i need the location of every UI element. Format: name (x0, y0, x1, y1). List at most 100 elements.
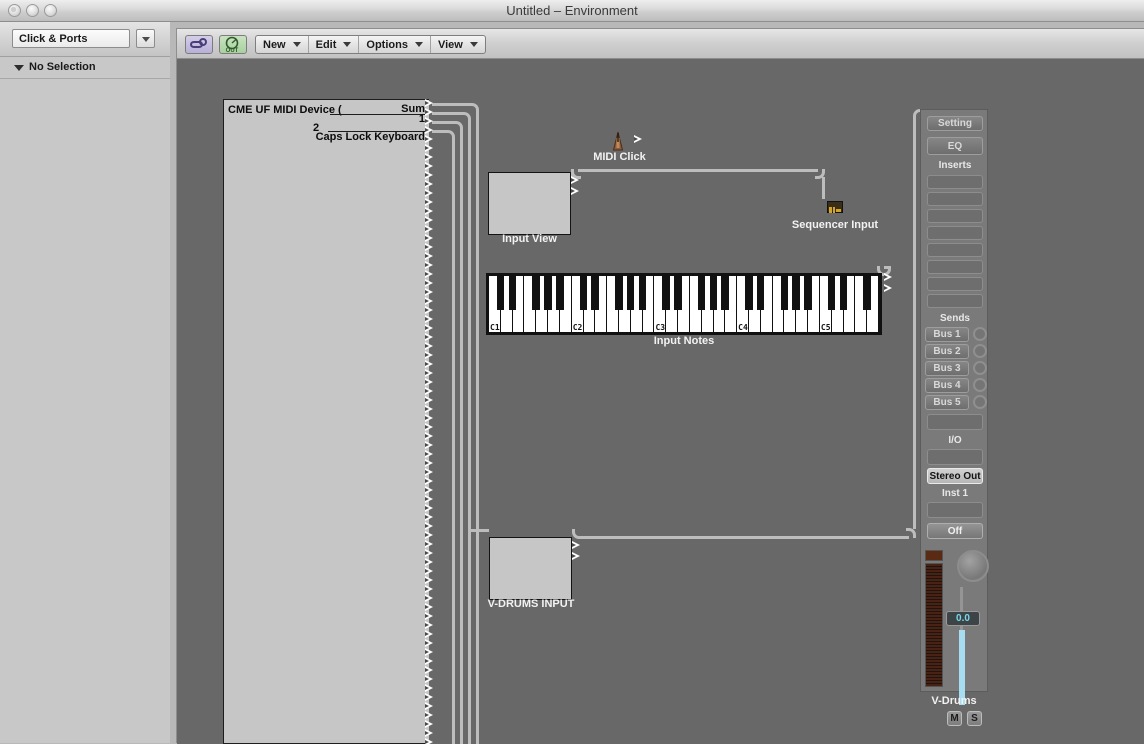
insert-slot[interactable] (927, 175, 983, 189)
physical-input-output-port[interactable] (425, 657, 434, 666)
send-bus-1[interactable]: Bus 1 (925, 327, 969, 342)
midi-out-button[interactable]: OUT (219, 35, 247, 54)
physical-input-output-port[interactable] (425, 405, 434, 414)
physical-input-output-port[interactable] (425, 198, 434, 207)
physical-input-output-port[interactable] (425, 513, 434, 522)
setting-button[interactable]: Setting (927, 116, 983, 131)
input-view-output-port-2[interactable] (571, 187, 580, 196)
physical-input-output-port[interactable] (425, 117, 434, 126)
physical-input-output-port[interactable] (425, 459, 434, 468)
solo-button[interactable]: S (967, 711, 982, 726)
physical-input-output-port[interactable] (425, 387, 434, 396)
physical-input-output-port[interactable] (425, 369, 434, 378)
physical-input-output-port[interactable] (425, 594, 434, 603)
physical-input-output-port[interactable] (425, 216, 434, 225)
piano-black-key[interactable] (626, 276, 635, 310)
physical-input-output-port[interactable] (425, 729, 434, 738)
piano-black-key[interactable] (756, 276, 765, 310)
physical-input-output-port[interactable] (425, 477, 434, 486)
send-empty-slot[interactable] (927, 414, 983, 430)
pan-knob[interactable] (957, 550, 989, 582)
piano-black-key[interactable] (709, 276, 718, 310)
physical-input-output-port[interactable] (425, 531, 434, 540)
physical-input-object[interactable]: CME UF MIDI Device ( Sum 1 2 Caps Lock K… (223, 99, 429, 744)
physical-input-output-port[interactable] (425, 702, 434, 711)
eq-button[interactable]: EQ (927, 137, 983, 155)
physical-input-output-port[interactable] (425, 171, 434, 180)
menu-new[interactable]: New (256, 36, 309, 53)
menu-edit[interactable]: Edit (309, 36, 360, 53)
physical-input-output-port[interactable] (425, 315, 434, 324)
physical-input-output-port[interactable] (425, 306, 434, 315)
piano-black-key[interactable] (792, 276, 800, 310)
v-drums-output-port-1[interactable] (572, 541, 581, 550)
mute-button[interactable]: M (947, 711, 962, 726)
physical-input-output-port[interactable] (425, 342, 434, 351)
insert-slot[interactable] (927, 226, 983, 240)
physical-input-output-port[interactable] (425, 432, 434, 441)
input-notes-output-port-1[interactable] (884, 273, 893, 282)
physical-input-output-port[interactable] (425, 666, 434, 675)
physical-input-output-port[interactable] (425, 711, 434, 720)
piano-black-key[interactable] (532, 276, 540, 310)
physical-input-output-port[interactable] (425, 261, 434, 270)
selection-row[interactable]: No Selection (0, 57, 170, 79)
physical-input-output-port[interactable] (425, 162, 434, 171)
output-button[interactable]: Stereo Out (927, 468, 983, 484)
send-knob-2[interactable] (973, 344, 987, 358)
piano-black-key[interactable] (544, 276, 552, 310)
piano-black-key[interactable] (508, 276, 517, 310)
sequencer-input-icon[interactable] (827, 201, 843, 213)
physical-input-output-port[interactable] (425, 540, 434, 549)
physical-input-output-port[interactable] (425, 180, 434, 189)
physical-input-output-port[interactable] (425, 126, 434, 135)
insert-slot[interactable] (927, 209, 983, 223)
instrument-slot[interactable] (927, 502, 983, 518)
physical-input-output-port[interactable] (425, 558, 434, 567)
send-bus-2[interactable]: Bus 2 (925, 344, 969, 359)
piano-black-key[interactable] (745, 276, 753, 310)
physical-input-output-port[interactable] (425, 189, 434, 198)
physical-input-output-port[interactable] (425, 648, 434, 657)
physical-input-output-port[interactable] (425, 441, 434, 450)
physical-input-output-port[interactable] (425, 639, 434, 648)
link-button[interactable] (185, 35, 213, 54)
piano-black-key[interactable] (662, 276, 670, 310)
automation-mode-button[interactable]: Off (927, 523, 983, 539)
physical-input-output-port[interactable] (425, 279, 434, 288)
physical-input-output-port[interactable] (425, 252, 434, 261)
environment-canvas[interactable]: CME UF MIDI Device ( Sum 1 2 Caps Lock K… (177, 59, 1144, 744)
physical-input-output-port[interactable] (425, 423, 434, 432)
physical-input-output-port[interactable] (425, 630, 434, 639)
piano-black-key[interactable] (556, 276, 564, 310)
physical-input-output-port[interactable] (425, 522, 434, 531)
disclosure-triangle-icon[interactable] (14, 65, 24, 71)
physical-input-output-port[interactable] (425, 135, 434, 144)
v-drums-input-object[interactable] (489, 537, 572, 600)
send-knob-1[interactable] (973, 327, 987, 341)
insert-slot[interactable] (927, 192, 983, 206)
physical-input-output-port[interactable] (425, 603, 434, 612)
menu-options[interactable]: Options (359, 36, 431, 53)
physical-input-output-port[interactable] (425, 234, 434, 243)
input-view-output-port-1[interactable] (571, 176, 580, 185)
physical-input-output-port[interactable] (425, 414, 434, 423)
piano-black-key[interactable] (674, 276, 682, 310)
layer-popup-button[interactable] (136, 29, 155, 48)
physical-input-output-port[interactable] (425, 693, 434, 702)
io-input-slot[interactable] (927, 449, 983, 465)
insert-slot[interactable] (927, 294, 983, 308)
piano-black-key[interactable] (615, 276, 623, 310)
piano-black-key[interactable] (579, 276, 588, 310)
physical-input-output-port[interactable] (425, 621, 434, 630)
input-view-object[interactable] (488, 172, 571, 235)
physical-input-output-port[interactable] (425, 468, 434, 477)
physical-input-output-port[interactable] (425, 495, 434, 504)
send-knob-3[interactable] (973, 361, 987, 375)
piano-black-key[interactable] (827, 276, 836, 310)
piano-black-key[interactable] (496, 276, 505, 310)
mixer-channel-strip[interactable]: Setting EQ Inserts Sends Bus 1 Bus 2 Bus… (920, 109, 989, 726)
input-notes-keyboard[interactable]: C1 C2 C3 C4 C5 (486, 273, 882, 335)
physical-input-output-port[interactable] (425, 225, 434, 234)
physical-input-output-port[interactable] (425, 684, 434, 693)
